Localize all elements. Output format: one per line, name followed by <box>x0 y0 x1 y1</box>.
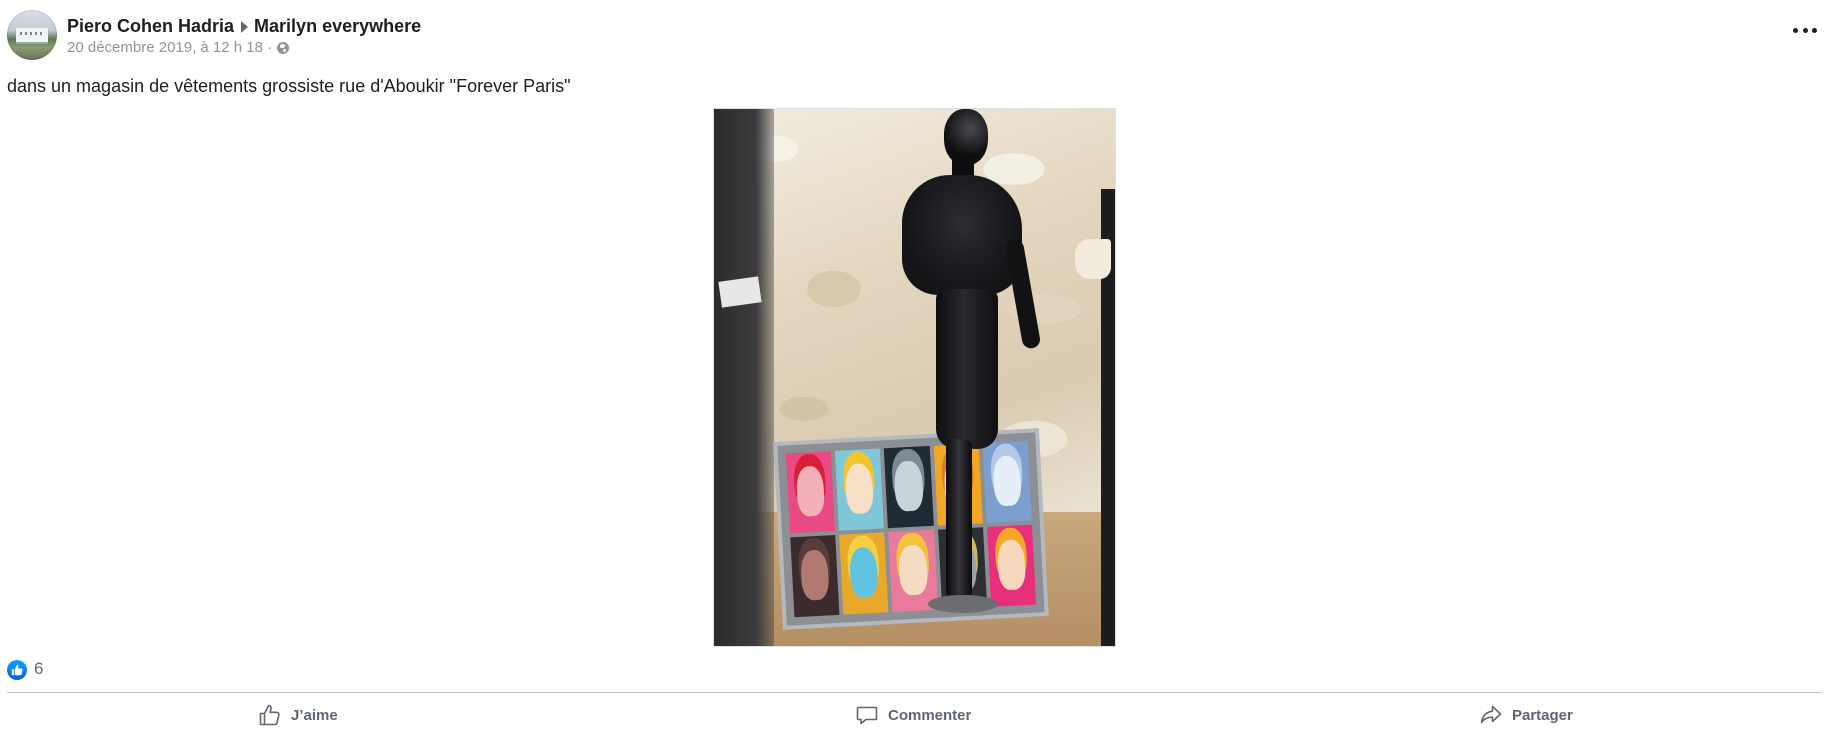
comment-button-label: Commenter <box>888 706 972 724</box>
post-photo[interactable] <box>713 108 1116 647</box>
comment-button[interactable]: Commenter <box>855 700 971 730</box>
actions-divider <box>7 692 1822 693</box>
like-button[interactable]: J’aime <box>258 700 338 730</box>
more-options-button[interactable] <box>1793 22 1817 38</box>
photo-right-mannequin-collar <box>1075 239 1111 279</box>
post-text: dans un magasin de vêtements grossiste r… <box>7 76 571 96</box>
more-options-icon <box>1793 27 1798 33</box>
comment-icon <box>856 706 878 725</box>
share-icon <box>1480 705 1502 724</box>
group-name-link[interactable]: Marilyn everywhere <box>254 16 421 37</box>
like-reaction-icon[interactable] <box>7 660 27 680</box>
photo-left-cuff <box>718 276 762 308</box>
caret-right-icon <box>241 20 249 33</box>
photo-left-mannequin <box>714 109 774 646</box>
photo-mannequin-stand <box>928 595 998 613</box>
avatar-building-image <box>16 28 48 44</box>
author-avatar[interactable] <box>7 10 57 60</box>
photo-mannequin-skirt <box>936 289 998 449</box>
facebook-post: Piero Cohen Hadria Marilyn everywhere 20… <box>0 0 1825 731</box>
photo-mannequin-ruffle-top <box>902 175 1022 295</box>
share-button-label: Partager <box>1512 706 1573 724</box>
post-header: Piero Cohen Hadria Marilyn everywhere <box>67 16 421 37</box>
post-meta: 20 décembre 2019, à 12 h 18 · <box>67 39 290 56</box>
author-name-link[interactable]: Piero Cohen Hadria <box>67 16 234 37</box>
post-timestamp-link[interactable]: 20 décembre 2019, à 12 h 18 · <box>67 39 272 56</box>
globe-icon[interactable] <box>277 41 290 54</box>
reaction-count[interactable]: 6 <box>34 659 43 679</box>
like-button-label: J’aime <box>291 706 338 724</box>
share-button[interactable]: Partager <box>1479 700 1573 730</box>
thumbs-up-icon <box>259 704 280 726</box>
photo-marilyn-pop-art-frame <box>777 432 1045 626</box>
